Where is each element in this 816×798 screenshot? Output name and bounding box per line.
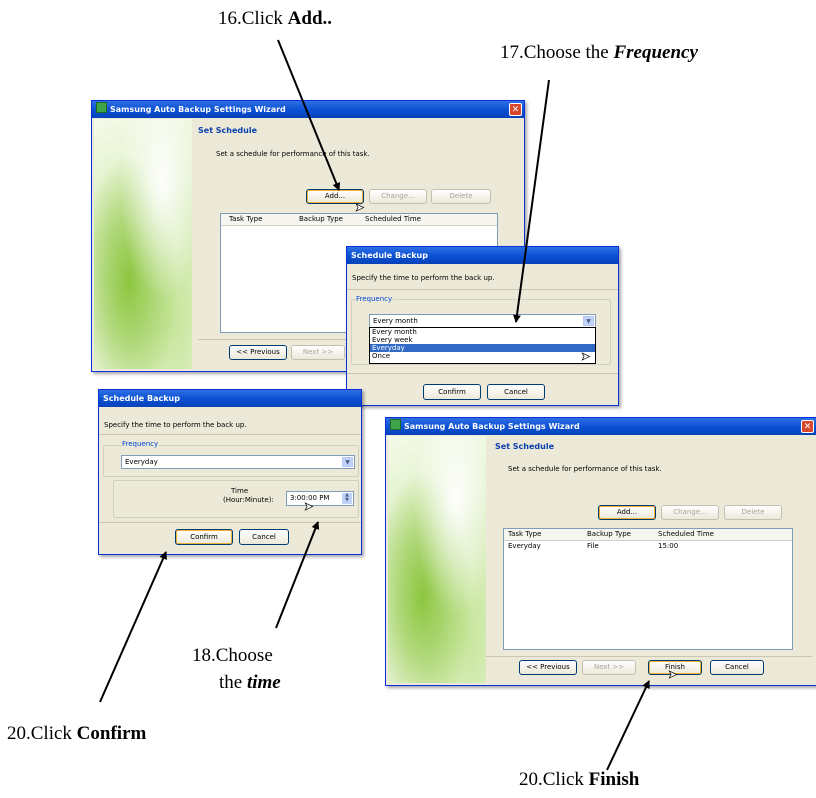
mouse-pointer-icon: ➤ — [304, 500, 314, 514]
option-everyday[interactable]: Everyday — [370, 344, 595, 352]
annotation-step-18-line1: 18.Choose — [192, 645, 273, 666]
mouse-pointer-icon: ➤ — [668, 668, 678, 682]
chevron-down-icon[interactable]: ▼ — [342, 457, 353, 467]
change-button[interactable]: Change... — [661, 505, 719, 520]
wizard-window-2: Samsung Auto Backup Settings Wizard ✕ Se… — [385, 417, 816, 686]
arrow-20-finish — [606, 680, 650, 771]
schedule-list[interactable]: Task Type Backup Type Scheduled Time Eve… — [503, 528, 793, 650]
previous-button[interactable]: << Previous — [229, 345, 287, 360]
annotation-step-16: 16.Click Add.. — [218, 8, 333, 29]
schedule-1-instruction: Specify the time to perform the back up. — [352, 274, 495, 282]
close-icon[interactable]: ✕ — [509, 103, 522, 116]
schedule-backup-window-1: Schedule Backup Specify the time to perf… — [346, 246, 619, 406]
option-every-month[interactable]: Every month — [370, 328, 595, 336]
cancel-button[interactable]: Cancel — [710, 660, 764, 675]
add-button[interactable]: Add... — [598, 505, 656, 520]
schedule-2-titlebar: Schedule Backup — [99, 390, 361, 407]
cancel-button[interactable]: Cancel — [487, 384, 545, 400]
wizard-2-instruction: Set a schedule for performance of this t… — [508, 465, 662, 473]
next-button[interactable]: Next >> — [582, 660, 636, 675]
option-every-week[interactable]: Every week — [370, 336, 595, 344]
cell-scheduled-time: 15:00 — [658, 542, 679, 550]
schedule-backup-window-2: Schedule Backup Specify the time to perf… — [98, 389, 362, 555]
spinner-icon[interactable]: ▲ ▼ — [342, 493, 352, 504]
chevron-down-icon[interactable]: ▼ — [583, 316, 594, 326]
leaf-banner-image — [388, 436, 486, 683]
wizard-1-title: Samsung Auto Backup Settings Wizard — [110, 105, 286, 114]
mouse-pointer-icon: ➤ — [581, 350, 591, 364]
column-header-backup-type[interactable]: Backup Type — [299, 215, 343, 223]
arrow-20-confirm — [99, 551, 167, 703]
wizard-2-heading: Set Schedule — [495, 442, 555, 451]
schedule-1-title: Schedule Backup — [351, 251, 428, 260]
wizard-2-titlebar: Samsung Auto Backup Settings Wizard ✕ — [386, 418, 816, 435]
column-header-scheduled-time[interactable]: Scheduled Time — [365, 215, 421, 223]
column-header-task-type[interactable]: Task Type — [508, 530, 541, 538]
time-input[interactable]: 3:00:00 PM ▲ ▼ — [286, 491, 354, 506]
cell-backup-type: File — [587, 542, 599, 550]
schedule-2-instruction: Specify the time to perform the back up. — [104, 421, 247, 429]
frequency-label: Frequency — [355, 295, 394, 303]
change-button[interactable]: Change... — [369, 189, 427, 204]
delete-button[interactable]: Delete — [724, 505, 782, 520]
confirm-button[interactable]: Confirm — [423, 384, 481, 400]
wizard-1-titlebar: Samsung Auto Backup Settings Wizard ✕ — [92, 101, 524, 118]
annotation-step-20-finish: 20.Click Finish — [519, 769, 640, 790]
wizard-2-title: Samsung Auto Backup Settings Wizard — [404, 422, 580, 431]
schedule-1-titlebar: Schedule Backup — [347, 247, 618, 264]
annotation-step-17: 17.Choose the Frequency — [500, 42, 698, 63]
frequency-select[interactable]: Every month ▼ — [369, 314, 596, 328]
mouse-pointer-icon: ➤ — [355, 201, 365, 215]
frequency-label: Frequency — [121, 440, 160, 448]
samsung-app-icon — [390, 419, 401, 430]
annotation-step-18-line2: the time — [219, 672, 281, 693]
cell-task-type: Everyday — [508, 542, 541, 550]
wizard-1-instruction: Set a schedule for performance of this t… — [216, 150, 370, 158]
table-row[interactable]: Everyday File 15:00 — [504, 542, 792, 552]
confirm-button[interactable]: Confirm — [175, 529, 233, 545]
wizard-1-heading: Set Schedule — [198, 126, 258, 135]
annotation-step-20-confirm: 20.Click Confirm — [7, 723, 147, 744]
next-button[interactable]: Next >> — [291, 345, 345, 360]
time-label-hint: (Hour:Minute): — [223, 496, 274, 504]
cancel-button[interactable]: Cancel — [239, 529, 289, 545]
previous-button[interactable]: << Previous — [519, 660, 577, 675]
time-label: Time — [231, 487, 249, 495]
frequency-select-value: Every month — [373, 317, 418, 325]
column-header-scheduled-time[interactable]: Scheduled Time — [658, 530, 714, 538]
leaf-banner-image — [94, 119, 192, 369]
close-icon[interactable]: ✕ — [801, 420, 814, 433]
samsung-app-icon — [96, 102, 107, 113]
frequency-select[interactable]: Everyday ▼ — [121, 455, 355, 469]
frequency-dropdown-list[interactable]: Every month Every week Everyday Once — [369, 327, 596, 364]
frequency-select-value: Everyday — [125, 458, 158, 466]
option-once[interactable]: Once — [370, 352, 595, 360]
delete-button[interactable]: Delete — [431, 189, 491, 204]
column-header-task-type[interactable]: Task Type — [229, 215, 262, 223]
column-header-backup-type[interactable]: Backup Type — [587, 530, 631, 538]
schedule-2-title: Schedule Backup — [103, 394, 180, 403]
